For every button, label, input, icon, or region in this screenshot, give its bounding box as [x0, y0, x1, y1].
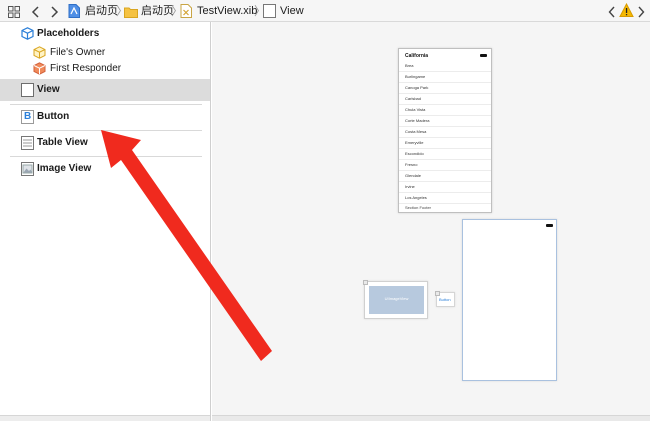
table-cell[interactable]: Fresno	[399, 160, 491, 171]
table-cell[interactable]: Canoga Park	[399, 83, 491, 94]
table-rows: Brea Burlingame Canoga Park Carlsbad Chu…	[399, 61, 491, 204]
breadcrumb-label: View	[280, 5, 304, 17]
table-cell[interactable]: Chula Vista	[399, 105, 491, 116]
view-icon	[263, 4, 276, 18]
outline-item-table-view[interactable]: Table View	[0, 132, 210, 154]
back-chevron-icon[interactable]	[31, 5, 41, 18]
project-icon	[68, 4, 80, 18]
breadcrumb-label: 启动页	[141, 5, 174, 17]
image-view-class-label: UIImageView	[384, 296, 409, 301]
outline-item-button[interactable]: B Button	[0, 106, 210, 128]
table-cell[interactable]: Escondido	[399, 149, 491, 160]
table-section-header: California	[405, 53, 429, 59]
canvas-bottom-bar	[212, 415, 650, 421]
table-view-icon	[21, 136, 34, 150]
breadcrumb-label: TestView.xib	[197, 5, 258, 17]
button-icon: B	[21, 110, 34, 124]
outline-item-image-view[interactable]: Image View	[0, 158, 210, 180]
xib-file-icon	[180, 4, 192, 18]
breadcrumb-project[interactable]: 启动页	[68, 0, 118, 22]
outline-divider	[10, 130, 202, 131]
outline-item-label: View	[37, 84, 60, 95]
related-items-grid-icon[interactable]	[8, 5, 20, 18]
interface-builder-canvas[interactable]: California Brea Burlingame Canoga Park C…	[212, 22, 650, 421]
previous-issue-icon[interactable]	[608, 5, 616, 18]
document-outline: Placeholders File's Owner First Responde…	[0, 22, 211, 421]
table-cell[interactable]: Glendale	[399, 171, 491, 182]
canvas-button[interactable]: Button	[435, 291, 455, 307]
view-icon	[21, 83, 34, 97]
outline-item-label: Image View	[37, 163, 92, 174]
outline-item-label: File's Owner	[50, 47, 106, 58]
table-cell[interactable]: Carlsbad	[399, 94, 491, 105]
table-cell[interactable]: Burlingame	[399, 72, 491, 83]
image-view-icon	[21, 162, 34, 176]
outline-filter-bar	[0, 415, 210, 421]
canvas-table-view[interactable]: California Brea Burlingame Canoga Park C…	[398, 48, 492, 213]
object-corner-icon	[363, 280, 368, 285]
folder-icon	[124, 5, 138, 18]
canvas-image-view[interactable]: UIImageView	[363, 280, 428, 319]
breadcrumb-label: 启动页	[85, 5, 118, 17]
table-cell[interactable]: Los Angeles	[399, 193, 491, 204]
outline-item-view[interactable]: View	[0, 79, 210, 101]
outline-first-responder[interactable]: First Responder	[0, 61, 210, 76]
canvas-root-view[interactable]	[462, 219, 557, 381]
battery-icon	[546, 224, 553, 227]
table-cell[interactable]: Corte Madera	[399, 116, 491, 127]
files-owner-icon	[33, 46, 46, 59]
outline-divider	[10, 104, 202, 105]
breadcrumb-file[interactable]: TestView.xib	[180, 0, 260, 22]
forward-chevron-icon[interactable]	[49, 5, 59, 18]
warning-icon[interactable]	[619, 2, 634, 18]
outline-section-title: Placeholders	[37, 28, 100, 39]
table-cell[interactable]: Emeryville	[399, 138, 491, 149]
table-section-footer: Section Footer	[405, 205, 432, 210]
table-cell[interactable]: Costa Mesa	[399, 127, 491, 138]
outline-files-owner[interactable]: File's Owner	[0, 45, 210, 60]
button-title: Button	[439, 297, 451, 302]
next-issue-icon[interactable]	[637, 5, 645, 18]
outline-placeholders[interactable]: Placeholders	[0, 25, 210, 43]
outline-item-label: First Responder	[50, 63, 122, 74]
first-responder-icon	[33, 62, 46, 75]
breadcrumb-folder[interactable]: 启动页	[124, 0, 174, 22]
table-cell[interactable]: Irvine	[399, 182, 491, 193]
table-cell[interactable]: Brea	[399, 61, 491, 72]
breadcrumb-view[interactable]: View	[263, 0, 313, 22]
placeholder-cube-icon	[21, 27, 34, 40]
battery-icon	[480, 54, 487, 57]
jump-bar: 启动页 〉 启动页 〉 TestView.xib 〉 View	[0, 0, 650, 22]
outline-divider	[10, 156, 202, 157]
outline-item-label: Button	[37, 111, 70, 122]
outline-item-label: Table View	[37, 137, 88, 148]
object-corner-icon	[435, 291, 440, 296]
